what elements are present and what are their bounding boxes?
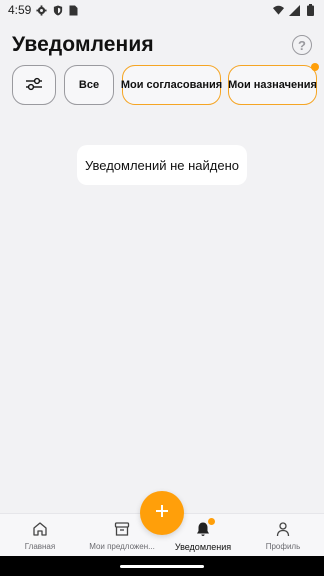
empty-state-message: Уведомлений не найдено xyxy=(77,145,247,185)
help-button[interactable]: ? xyxy=(292,35,312,55)
home-icon xyxy=(31,520,49,538)
chip-my-approvals[interactable]: Мои согласования xyxy=(120,65,223,105)
chip-label: Мои назначения xyxy=(228,79,317,91)
nav-label: Профиль xyxy=(265,542,301,551)
plus-icon xyxy=(155,504,169,523)
chip-my-assignments[interactable]: Мои назначения xyxy=(228,63,319,105)
bell-icon xyxy=(194,518,215,538)
page-title: Уведомления xyxy=(12,33,154,56)
status-left: 4:59 xyxy=(8,3,79,17)
home-indicator[interactable] xyxy=(120,565,204,568)
sim-card-icon xyxy=(68,5,79,16)
header: Уведомления ? xyxy=(12,30,312,60)
battery-icon xyxy=(305,4,316,16)
status-bar: 4:59 xyxy=(0,0,324,20)
signal-icon xyxy=(289,4,300,16)
nav-label: Главная xyxy=(24,542,56,551)
chip-label: Все xyxy=(78,79,100,91)
nav-label: Уведомления xyxy=(174,542,232,552)
empty-state-text: Уведомлений не найдено xyxy=(84,157,240,173)
status-time: 4:59 xyxy=(8,3,32,17)
nav-item-profile[interactable]: Профиль xyxy=(255,514,311,557)
archive-box-icon xyxy=(113,520,131,538)
person-icon xyxy=(274,520,292,538)
shield-icon xyxy=(52,4,63,16)
sliders-icon xyxy=(25,77,43,94)
nav-label: Мои предложен... xyxy=(89,542,155,551)
question-circle-icon: ? xyxy=(298,37,306,53)
chip-all[interactable]: Все xyxy=(64,65,114,105)
wifi-icon xyxy=(273,5,284,16)
filter-settings-button[interactable] xyxy=(12,65,56,105)
status-right xyxy=(273,4,316,16)
unread-dot xyxy=(311,63,319,71)
add-button[interactable] xyxy=(140,491,184,535)
gear-icon xyxy=(36,4,47,16)
filter-chips: Все Мои согласования Мои назначения xyxy=(12,63,319,105)
notification-dot xyxy=(208,518,215,525)
chip-label: Мои согласования xyxy=(120,79,223,91)
system-navigation-bar xyxy=(0,556,324,576)
nav-item-home[interactable]: Главная xyxy=(10,514,70,557)
